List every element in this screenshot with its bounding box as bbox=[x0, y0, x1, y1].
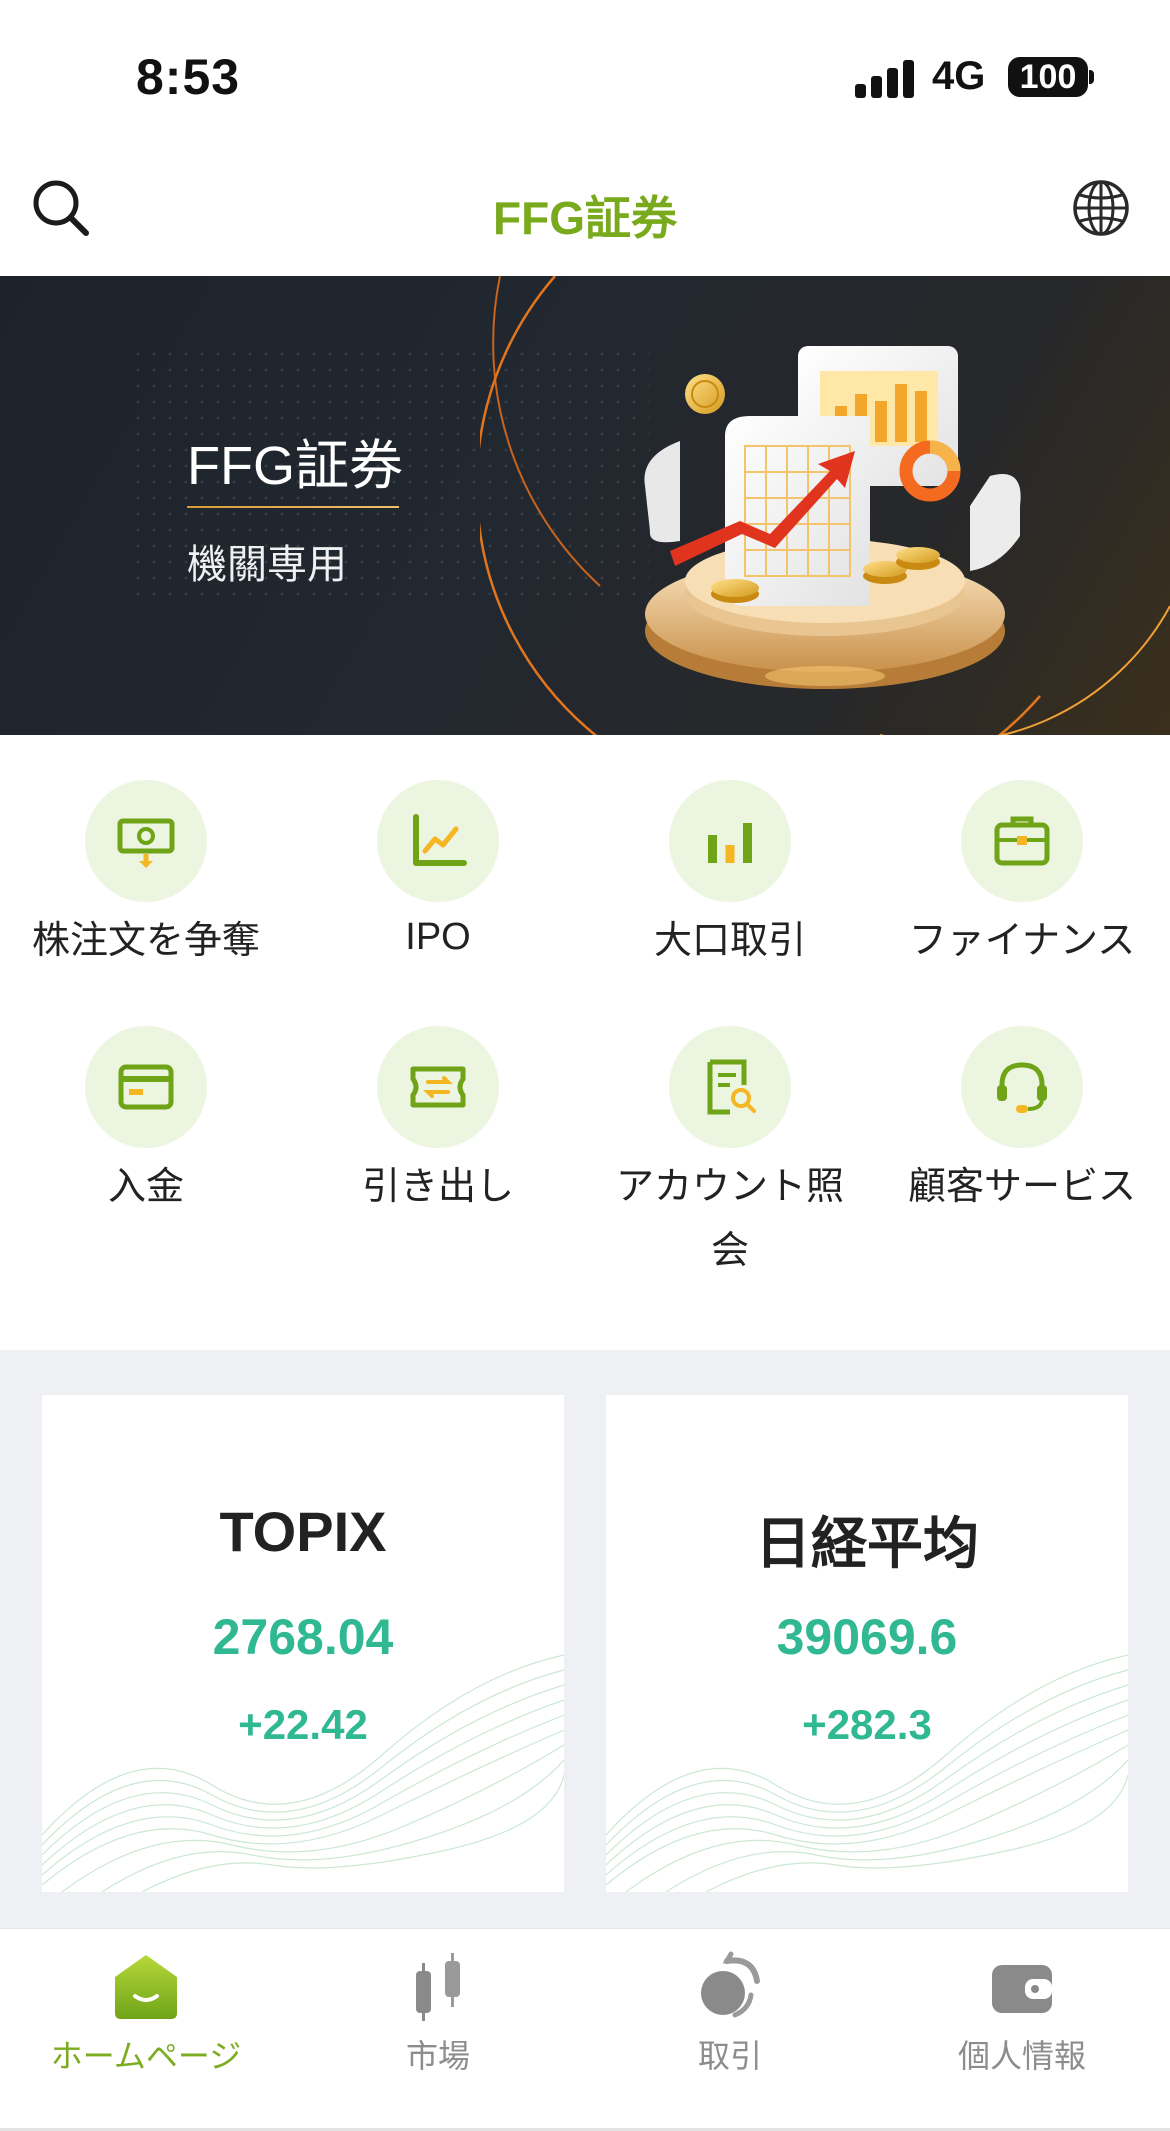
tab-label: 取引 bbox=[697, 2038, 762, 2074]
bar-chart-icon bbox=[708, 823, 752, 863]
quick-action-grab-order[interactable]: 株注文を争奪 bbox=[0, 735, 292, 975]
banner-divider bbox=[187, 506, 399, 508]
market-change: +282.3 bbox=[802, 1701, 932, 1748]
banner-title: FFG証券 bbox=[187, 436, 403, 496]
headset-icon bbox=[997, 1062, 1047, 1113]
quick-circle bbox=[669, 780, 791, 902]
tab-profile[interactable]: 個人情報 bbox=[876, 1929, 1168, 2131]
battery-icon: 100 bbox=[1008, 57, 1088, 97]
quick-circle bbox=[377, 780, 499, 902]
quick-action-label: 大口取引 bbox=[653, 920, 806, 962]
market-card-nikkei[interactable]: 日経平均 39069.6 +282.3 bbox=[606, 1395, 1128, 1892]
market-value: 2768.04 bbox=[212, 1609, 394, 1665]
battery-tip bbox=[1089, 70, 1094, 84]
quick-action-label: アカウント照会 bbox=[615, 1166, 844, 1272]
signal-icon bbox=[855, 58, 915, 98]
quick-action-label: 株注文を争奪 bbox=[31, 920, 260, 962]
quick-circle bbox=[669, 1026, 791, 1148]
tab-label: ホームページ bbox=[50, 2038, 242, 2074]
globe-icon[interactable] bbox=[1070, 177, 1132, 239]
document-search-icon bbox=[707, 1059, 756, 1115]
page-title: FFG証券 bbox=[493, 192, 677, 244]
candlestick-icon bbox=[416, 1953, 460, 2021]
status-bar: 8:53 4G 100 bbox=[0, 0, 1170, 150]
finance-illustration bbox=[480, 276, 1170, 735]
market-index-section: TOPIX 2768.04 +22.42 日経平均 39069.6 +282.3 bbox=[0, 1350, 1170, 1928]
quick-action-customer-service[interactable]: 顧客サービス bbox=[876, 980, 1168, 1220]
wallet-icon bbox=[992, 1965, 1052, 2013]
quick-action-withdraw[interactable]: 引き出し bbox=[292, 980, 584, 1220]
line-chart-icon bbox=[413, 814, 467, 866]
quick-circle bbox=[961, 780, 1083, 902]
quick-action-label: ファイナンス bbox=[908, 920, 1136, 962]
market-name: 日経平均 bbox=[755, 1512, 979, 1575]
market-value: 39069.6 bbox=[776, 1609, 958, 1665]
quick-action-account-inquiry[interactable]: アカウント照会 bbox=[584, 980, 876, 1272]
quick-action-label: 顧客サービス bbox=[907, 1166, 1136, 1208]
quick-action-deposit[interactable]: 入金 bbox=[0, 980, 292, 1220]
home-icon bbox=[115, 1955, 177, 2019]
tab-label: 個人情報 bbox=[957, 2038, 1086, 2074]
quick-action-label: 引き出し bbox=[361, 1166, 514, 1208]
tab-trade[interactable]: 取引 bbox=[584, 1929, 876, 2131]
tab-label: 市場 bbox=[405, 2038, 470, 2074]
market-card-topix[interactable]: TOPIX 2768.04 +22.42 bbox=[42, 1395, 564, 1892]
quick-actions-grid: 株注文を争奪 IPO 大口取引 ファイナンス 入金 引き出し アカウント照会 顧… bbox=[0, 735, 1170, 1350]
trade-cycle-icon bbox=[701, 1951, 760, 2018]
promo-banner[interactable]: FFG証券 機關専用 bbox=[0, 276, 1170, 735]
network-label: 4G bbox=[932, 54, 986, 98]
banner-subtitle: 機關専用 bbox=[187, 543, 347, 587]
credit-card-icon bbox=[118, 1064, 174, 1110]
quick-circle bbox=[377, 1026, 499, 1148]
quick-action-ipo[interactable]: IPO bbox=[292, 735, 584, 975]
quick-action-label: IPO bbox=[405, 916, 471, 958]
briefcase-icon bbox=[994, 816, 1050, 866]
quick-action-block-trade[interactable]: 大口取引 bbox=[584, 735, 876, 975]
market-name: TOPIX bbox=[219, 1500, 387, 1563]
header: FFG証券 bbox=[0, 150, 1170, 276]
tab-market[interactable]: 市場 bbox=[292, 1929, 584, 2131]
quick-action-finance[interactable]: ファイナンス bbox=[876, 735, 1168, 975]
transfer-ticket-icon bbox=[410, 1066, 466, 1108]
quick-circle bbox=[85, 780, 207, 902]
status-time: 8:53 bbox=[136, 49, 241, 105]
quick-circle bbox=[961, 1026, 1083, 1148]
bottom-tab-bar: ホームページ 市場 取引 個人情報 bbox=[0, 1928, 1170, 2131]
tab-home[interactable]: ホームページ bbox=[0, 1929, 292, 2131]
quick-circle bbox=[85, 1026, 207, 1148]
market-change: +22.42 bbox=[238, 1701, 368, 1748]
cash-download-icon bbox=[117, 818, 175, 868]
quick-action-label: 入金 bbox=[107, 1166, 184, 1208]
